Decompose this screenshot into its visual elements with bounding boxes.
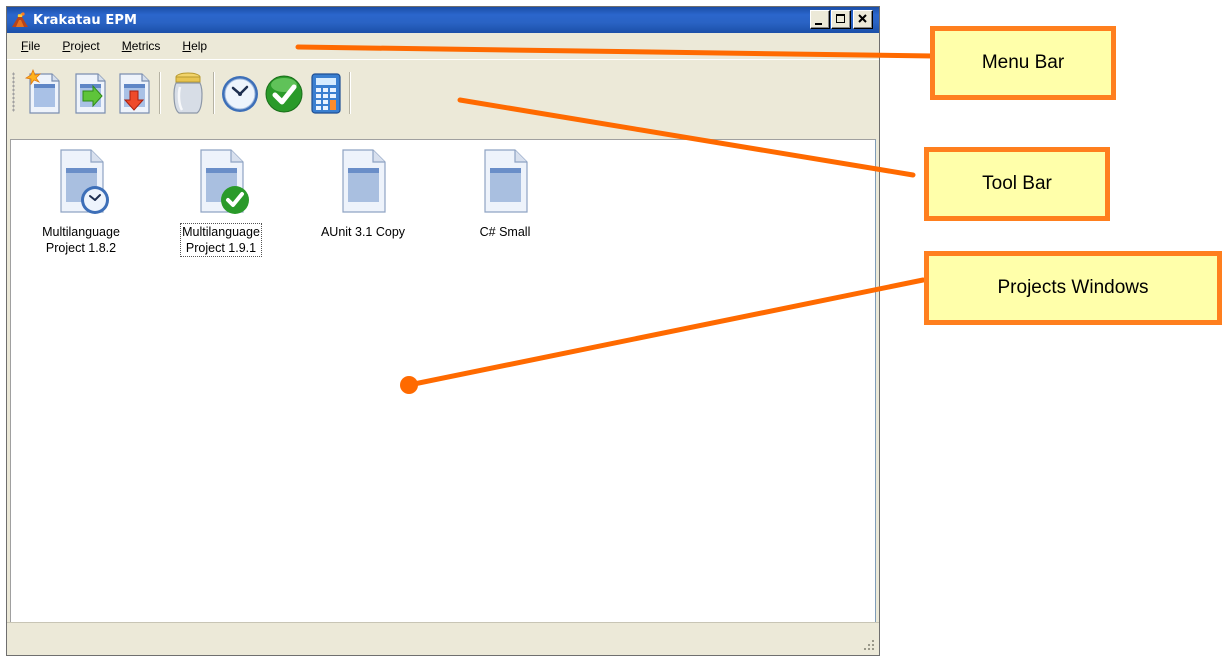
project-label: Multilanguage Project 1.9.1: [180, 223, 262, 257]
maximize-button[interactable]: [831, 10, 851, 29]
project-document-icon: [60, 149, 109, 214]
minimize-icon: [815, 23, 822, 25]
import-project-icon: [75, 73, 106, 114]
clock-button[interactable]: [219, 69, 261, 117]
app-window: Krakatau EPM File Project Metrics Help M…: [6, 6, 880, 656]
menu-accelerator: H: [182, 39, 192, 53]
project-label: AUnit 3.1 Copy: [320, 224, 406, 240]
project-label-line: C# Small: [479, 225, 531, 239]
screenshot-stage: Krakatau EPM File Project Metrics Help M…: [0, 0, 1222, 656]
clock-icon: [222, 76, 258, 112]
close-icon: [858, 14, 867, 23]
project-label: C# Small: [479, 224, 532, 240]
menu-file[interactable]: File: [11, 35, 50, 57]
clock-badge-icon: [81, 186, 109, 214]
project-label-line: Project 1.9.1: [185, 241, 257, 255]
tool-bar-callout-text: Tool Bar: [982, 173, 1052, 194]
tool-bar-callout: Tool Bar: [924, 147, 1110, 221]
menu-accelerator: M: [121, 39, 132, 53]
window-title: Krakatau EPM: [33, 12, 137, 28]
menu-bar-callout-text: Menu Bar: [981, 52, 1065, 73]
verify-button[interactable]: [263, 69, 305, 117]
new-project-button[interactable]: [23, 68, 65, 117]
project-document-icon: [200, 149, 249, 214]
menu-accelerator: F: [21, 39, 29, 53]
resize-grip-icon[interactable]: [863, 639, 875, 651]
export-project-button[interactable]: [113, 69, 155, 117]
project-document-icon: [342, 149, 386, 213]
project-label-line: AUnit 3.1 Copy: [320, 225, 406, 239]
maximize-icon: [836, 14, 845, 23]
export-project-icon: [119, 73, 150, 114]
projects-windows-callout-text: Projects Windows: [997, 277, 1149, 298]
calculator-icon: [311, 73, 341, 114]
menu-project[interactable]: Project: [52, 35, 109, 57]
toolbar-separator: [159, 72, 161, 114]
status-bar: [7, 622, 879, 655]
check-badge-icon: [221, 186, 249, 214]
project-label-line: Multilanguage: [42, 225, 120, 239]
project-label-line: Project 1.8.2: [45, 241, 117, 255]
close-button[interactable]: [853, 10, 873, 29]
menu-accelerator: P: [62, 39, 71, 53]
toolbar-separator: [349, 72, 351, 114]
toolbar-grip[interactable]: [12, 72, 15, 112]
project-label-line: Multilanguage: [182, 225, 260, 239]
project-item[interactable]: AUnit 3.1 Copy: [313, 146, 413, 240]
jar-button[interactable]: [167, 69, 209, 117]
calculator-button[interactable]: [305, 69, 347, 117]
menu-help[interactable]: Help: [172, 35, 217, 57]
new-project-icon: [24, 68, 60, 114]
tool-bar: [7, 59, 879, 140]
menu-bar: File Project Metrics Help: [7, 33, 879, 59]
toolbar-separator: [213, 72, 215, 114]
import-project-button[interactable]: [69, 69, 111, 117]
volcano-app-icon: [12, 12, 28, 27]
projects-windows-callout: Projects Windows: [924, 251, 1222, 325]
project-document-icon: [484, 149, 528, 213]
project-item-selected[interactable]: Multilanguage Project 1.9.1: [171, 146, 271, 257]
project-label: Multilanguage Project 1.8.2: [41, 224, 121, 256]
window-controls: [809, 10, 873, 29]
title-bar[interactable]: Krakatau EPM: [7, 7, 879, 33]
jar-icon: [173, 72, 203, 114]
menu-bar-callout: Menu Bar: [930, 26, 1116, 100]
project-item[interactable]: Multilanguage Project 1.8.2: [31, 146, 131, 256]
menu-metrics[interactable]: Metrics: [112, 35, 171, 57]
minimize-button[interactable]: [810, 10, 830, 29]
checkmark-icon: [265, 75, 303, 113]
projects-window[interactable]: Multilanguage Project 1.8.2 Multilanguag…: [10, 139, 876, 623]
project-item[interactable]: C# Small: [455, 146, 555, 240]
